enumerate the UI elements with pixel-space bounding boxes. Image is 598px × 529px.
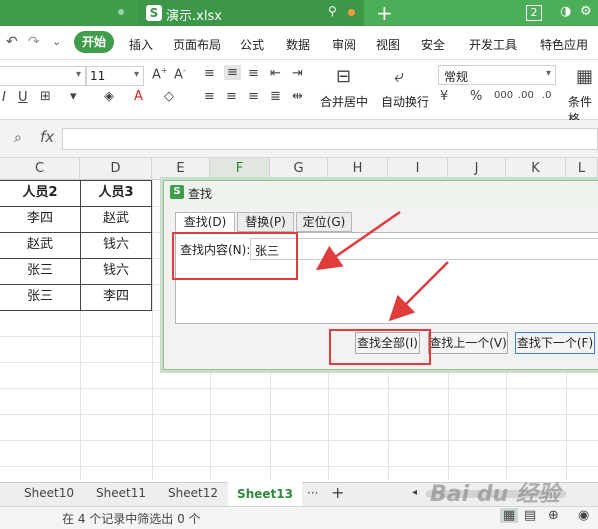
scroll-left-icon[interactable]: ◂ [412,487,417,498]
status-text: 在 4 个记录中筛选出 0 个 [62,512,201,526]
annotation-arrows [315,210,449,322]
arrow-to-button [388,261,449,322]
add-sheet-button[interactable]: + [331,483,344,502]
page-break-icon[interactable]: ⊕ [548,508,559,523]
sheet-tab[interactable]: Sheet10 [24,486,74,500]
sheet-tab[interactable]: Sheet11 [96,486,146,500]
eye-protection-icon[interactable]: ◉ [578,508,589,523]
sheet-tab-active[interactable]: Sheet13 [228,482,302,506]
watermark-logo: Bai du 经验 [430,482,560,507]
more-sheets-button[interactable]: ··· [307,486,318,500]
arrow-to-input [315,210,401,271]
sheet-tab[interactable]: Sheet12 [168,486,218,500]
page-layout-icon[interactable]: ▤ [524,508,536,523]
normal-view-icon[interactable]: ▦ [500,508,519,523]
